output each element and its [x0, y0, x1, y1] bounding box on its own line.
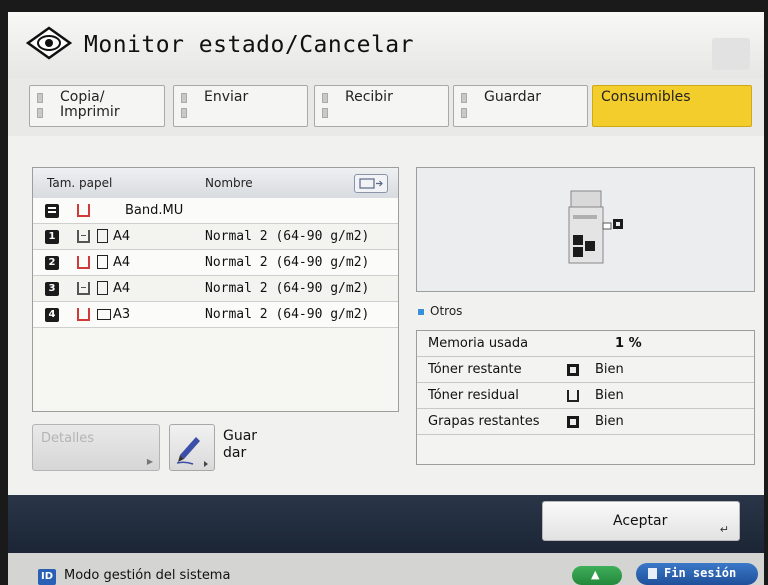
tab-bar: Copia/ Imprimir Enviar Recibir Guardar C… — [8, 78, 764, 136]
section-label-otros: Otros — [430, 304, 463, 318]
pen-icon — [176, 437, 208, 467]
tab-label: Recibir — [345, 89, 393, 105]
tab-store[interactable]: Guardar — [453, 85, 588, 127]
status-value: Bien — [595, 388, 624, 403]
paper-list-header: Tam. papel Nombre — [33, 168, 398, 198]
tab-label: Guardar — [484, 89, 542, 105]
paper-name: Normal 2 (64-90 g/m2) — [205, 229, 370, 244]
tab-label: Consumibles — [601, 89, 691, 105]
eject-icon: ▲ — [591, 568, 600, 581]
counter-icon[interactable] — [712, 38, 750, 70]
status-label: Grapas restantes — [428, 414, 540, 429]
paper-name: Normal 2 (64-90 g/m2) — [205, 255, 370, 270]
status-label: Tóner residual — [428, 388, 519, 403]
drawer-number-icon: 3 — [45, 282, 59, 296]
toner-icon — [567, 364, 579, 376]
paper-list: Tam. papel Nombre Band.MU 1 A4 Normal 2 … — [32, 167, 399, 412]
paper-level-icon — [77, 230, 90, 243]
table-row[interactable]: 4 A3 Normal 2 (64-90 g/m2) — [33, 302, 398, 328]
tab-label: Enviar — [204, 89, 249, 105]
paper-size: A4 — [113, 281, 131, 296]
waste-toner-icon — [567, 390, 579, 402]
eye-icon — [26, 26, 72, 60]
table-row[interactable]: 2 A4 Normal 2 (64-90 g/m2) — [33, 250, 398, 276]
table-row[interactable]: Band.MU — [33, 198, 398, 224]
paper-size: A4 — [113, 255, 131, 270]
column-header-name: Nombre — [205, 176, 253, 190]
paper-size: A4 — [113, 229, 131, 244]
tab-copy-print[interactable]: Copia/ Imprimir — [29, 85, 165, 127]
paper-portrait-icon — [97, 255, 108, 269]
status-row: Tóner residual Bien — [417, 383, 754, 409]
status-label: Tóner restante — [428, 362, 522, 377]
paper-size: A3 — [113, 307, 131, 322]
paper-size: Band.MU — [125, 203, 184, 218]
paper-level-icon — [77, 204, 90, 217]
id-icon: ID — [38, 569, 56, 585]
logout-button[interactable]: Fin sesión — [636, 563, 758, 585]
tab-receive[interactable]: Recibir — [314, 85, 449, 127]
accept-button[interactable]: Aceptar ↵ — [542, 501, 740, 541]
details-button[interactable]: Detalles ▶ — [32, 424, 160, 471]
logout-button-label: Fin sesión — [664, 566, 737, 580]
table-row[interactable]: 1 A4 Normal 2 (64-90 g/m2) — [33, 224, 398, 250]
status-value: Bien — [595, 414, 624, 429]
expand-button[interactable]: ▲ — [572, 566, 622, 585]
screen: Monitor estado/Cancelar Copia/ Imprimir … — [8, 12, 764, 585]
paper-name: Normal 2 (64-90 g/m2) — [205, 281, 370, 296]
tab-send[interactable]: Enviar — [173, 85, 308, 127]
consumables-status: Memoria usada 1 % Tóner restante Bien Tó… — [416, 330, 755, 465]
device-image-panel — [416, 167, 755, 292]
status-footer: ID Modo gestión del sistema ▲ Fin sesión — [8, 553, 764, 585]
status-row: Grapas restantes Bien — [417, 409, 754, 435]
printer-icon — [568, 190, 623, 264]
tab-indicator-icon — [322, 108, 328, 118]
details-button-label: Detalles — [41, 431, 95, 446]
multipurpose-tray-icon — [45, 204, 59, 218]
paper-portrait-icon — [97, 229, 108, 243]
save-button-label: Guar dar — [223, 428, 258, 461]
tab-indicator-icon — [181, 93, 187, 103]
status-value: 1 % — [615, 336, 642, 351]
paper-landscape-icon — [97, 309, 111, 320]
tab-indicator-icon — [461, 108, 467, 118]
bullet-icon — [418, 309, 424, 315]
paper-level-icon — [77, 308, 90, 321]
drawer-number-icon: 4 — [45, 308, 59, 322]
accept-button-label: Aceptar — [613, 513, 668, 529]
tab-indicator-icon — [37, 108, 43, 118]
submenu-arrow-icon: ▶ — [146, 457, 153, 466]
display-switch-icon — [359, 178, 383, 189]
logout-icon — [648, 568, 657, 579]
tab-label: Copia/ Imprimir — [60, 89, 120, 120]
tab-indicator-icon — [37, 93, 43, 103]
paper-name: Normal 2 (64-90 g/m2) — [205, 307, 370, 322]
tab-indicator-icon — [461, 93, 467, 103]
status-row: Tóner restante Bien — [417, 357, 754, 383]
tab-indicator-icon — [322, 93, 328, 103]
staple-icon — [567, 416, 579, 428]
return-arrow-icon: ↵ — [719, 523, 729, 536]
paper-level-icon — [77, 256, 90, 269]
drawer-number-icon: 1 — [45, 230, 59, 244]
drawer-number-icon: 2 — [45, 256, 59, 270]
save-button[interactable] — [169, 424, 215, 471]
column-header-size: Tam. papel — [47, 176, 113, 190]
paper-level-icon — [77, 282, 90, 295]
tab-consumables[interactable]: Consumibles — [592, 85, 752, 127]
status-label: Memoria usada — [428, 336, 529, 351]
system-mode-text: Modo gestión del sistema — [64, 568, 231, 583]
table-row[interactable]: 3 A4 Normal 2 (64-90 g/m2) — [33, 276, 398, 302]
paper-portrait-icon — [97, 281, 108, 295]
tab-indicator-icon — [181, 108, 187, 118]
toggle-view-button[interactable] — [354, 174, 388, 193]
title-bar: Monitor estado/Cancelar — [8, 12, 764, 78]
page-title: Monitor estado/Cancelar — [84, 32, 414, 58]
status-row: Memoria usada 1 % — [417, 331, 754, 357]
status-value: Bien — [595, 362, 624, 377]
